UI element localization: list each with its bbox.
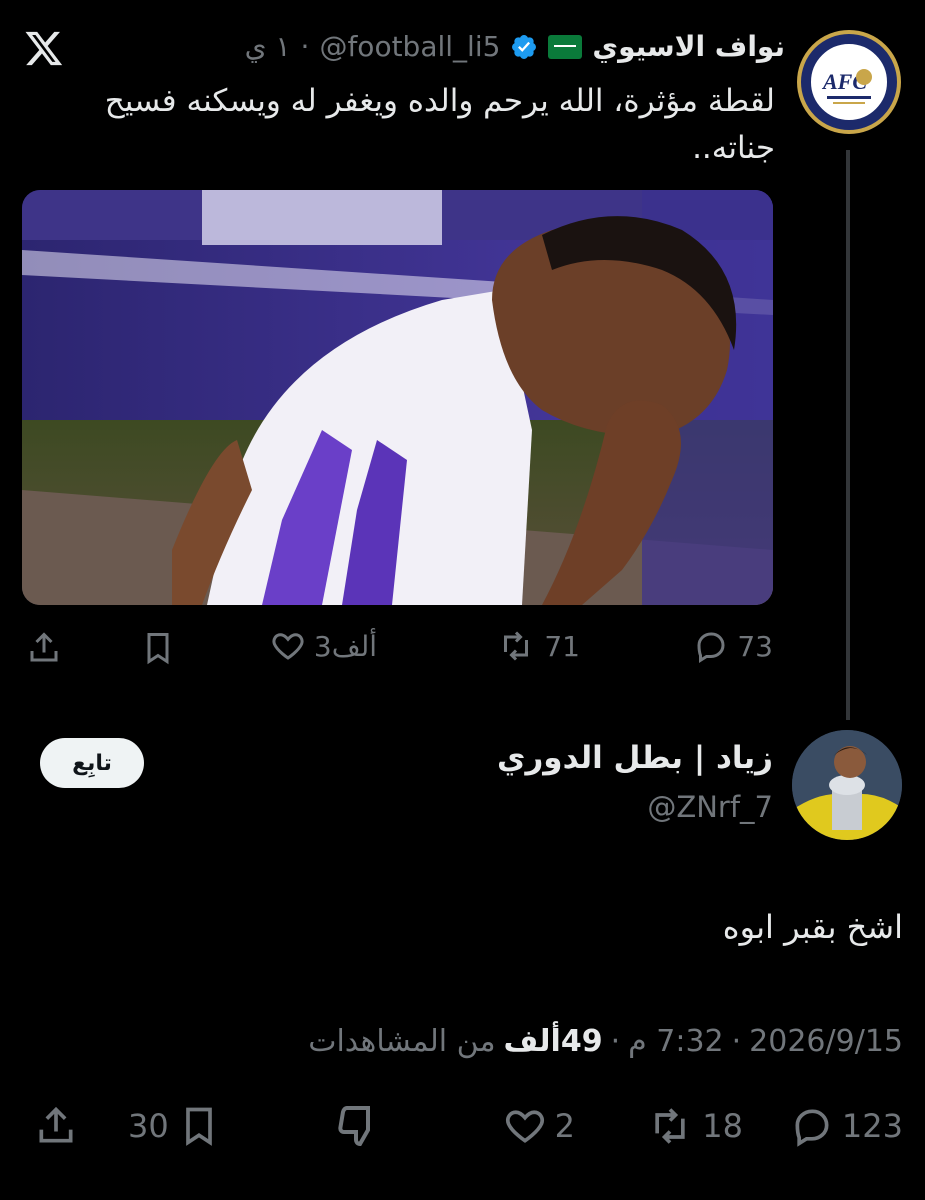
verified-badge-icon [510,33,538,61]
thread-connector-line [846,150,850,720]
retweet-count: 71 [544,629,580,663]
meta-separator-2: · [610,1024,621,1059]
tweet-meta: 2026/9/15 · 7:32 م · 49ألف من المشاهدات [308,1024,903,1059]
tweet-time-posted[interactable]: 7:32 م [628,1024,724,1059]
reply-tweet-text: اشخ بقبر ابوه [722,908,903,946]
share-icon[interactable] [26,630,62,666]
reply-tweet-retweet-count: 18 [702,1107,743,1145]
heart-icon [270,628,306,664]
separator-dot: · [300,30,310,63]
reply-icon [693,628,729,664]
reply-tweet-like-count: 2 [554,1107,575,1145]
dislike-icon[interactable] [334,1102,382,1150]
saudi-flag-icon [548,34,583,59]
reply-action[interactable]: 73 [693,628,773,664]
afc-avatar[interactable]: AFC [797,30,901,134]
x-logo-icon[interactable] [24,28,64,68]
reply-tweet-reply-count: 123 [841,1107,903,1145]
bookmark-icon[interactable] [140,630,176,666]
reply-tweet-share-icon[interactable] [34,1104,78,1148]
views-count: 49ألف [503,1024,603,1059]
reply-count: 73 [737,629,773,663]
quoted-tweet-header: نواف الاسيوي @football_li5 · ١ ي [245,30,785,63]
retweet-icon [496,628,536,664]
reply-tweet-bookmark-icon [177,1104,221,1148]
reply-author-name[interactable]: زياد | بطل الدوري [497,740,773,776]
user-avatar[interactable] [792,730,902,840]
reply-tweet-reply-action[interactable]: 123 [790,1104,903,1148]
author-name[interactable]: نواف الاسيوي [592,30,785,63]
tweet-date[interactable]: 2026/9/15 [749,1024,903,1059]
tweet-text-line-1: لقطة مؤثرة، الله يرحم والده ويغفر له ويس… [104,83,775,119]
meta-separator-1: · [731,1024,742,1059]
reply-tweet-like-action[interactable]: 2 [503,1104,575,1148]
reply-tweet-retweet-action[interactable]: 18 [646,1104,743,1148]
quoted-tweet-text: لقطة مؤثرة، الله يرحم والده ويغفر له ويس… [35,78,775,172]
retweet-action[interactable]: 71 [496,628,580,664]
reply-author-handle[interactable]: @ZNrf_7 [647,790,773,824]
like-count: 3ألف [313,629,377,663]
reply-tweet-reply-icon [790,1104,834,1148]
reply-tweet-bookmark-count: 30 [128,1107,169,1145]
reply-tweet-heart-icon [503,1104,547,1148]
tweet-media-image[interactable] [22,190,773,605]
tweet-text-line-2: جناته.. [692,130,775,166]
author-handle[interactable]: @football_li5 [319,30,500,63]
tweet-time[interactable]: ١ ي [245,30,291,63]
like-action[interactable]: 3ألف [270,628,377,664]
reply-tweet-bookmark-action[interactable]: 30 [128,1104,221,1148]
follow-button[interactable]: تابِع [40,738,144,788]
reply-tweet-retweet-icon [646,1104,694,1148]
views-label: من المشاهدات [308,1024,496,1059]
